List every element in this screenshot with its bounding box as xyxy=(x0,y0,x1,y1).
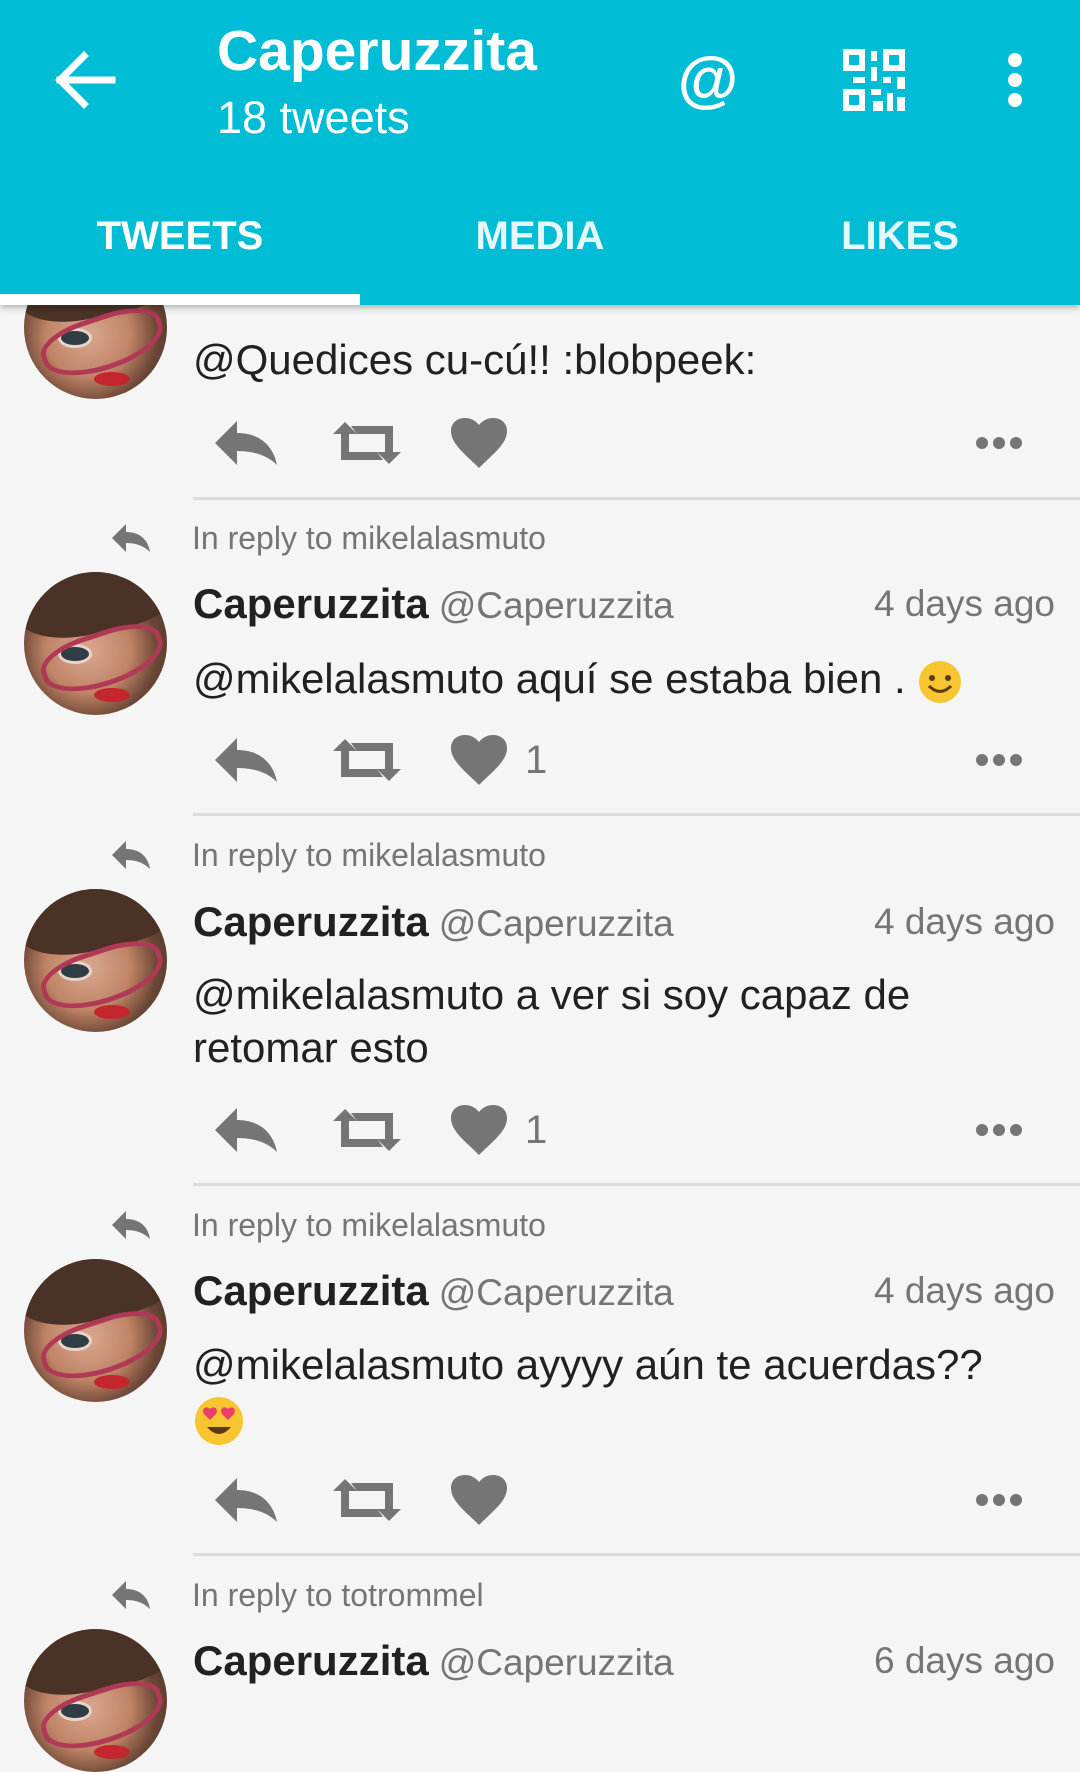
author-handle[interactable]: @Caperuzzita xyxy=(439,903,674,944)
author-handle[interactable]: @Caperuzzita xyxy=(439,1272,674,1313)
at-sign-icon: @ xyxy=(677,45,739,114)
author-name[interactable]: Caperuzzita xyxy=(193,580,429,627)
back-button[interactable] xyxy=(50,48,120,112)
reply-indicator-icon xyxy=(112,524,150,552)
more-options-button[interactable] xyxy=(975,1100,1023,1160)
tweet-text: @mikelalasmuto aquí se estaba bien . xyxy=(193,655,918,702)
tab-tweets[interactable]: TWEETS xyxy=(0,195,360,305)
divider xyxy=(193,1553,1080,1556)
mention-button[interactable]: @ xyxy=(676,40,740,120)
retweet-button[interactable] xyxy=(333,730,401,790)
app-bar: Caperuzzita 18 tweets @ TWEETS MEDIA LIK… xyxy=(0,0,1080,305)
heart-icon xyxy=(451,1475,507,1525)
tweet-text: @Quedices cu-cú!! :blobpeek: xyxy=(193,336,757,383)
tab-likes[interactable]: LIKES xyxy=(720,195,1080,305)
in-reply-to-text: In reply to mikelalasmuto xyxy=(192,1207,546,1243)
more-horiz-icon xyxy=(976,1494,1022,1506)
reply-indicator-icon xyxy=(112,1581,150,1609)
tweet-header: Caperuzzita @Caperuzzita 4 days ago xyxy=(193,578,1055,630)
like-button[interactable] xyxy=(451,1470,525,1530)
avatar[interactable] xyxy=(24,572,167,715)
in-reply-to-text: In reply to mikelalasmuto xyxy=(192,520,546,556)
tweet-actions xyxy=(193,413,1055,473)
author-name[interactable]: Caperuzzita xyxy=(193,898,429,945)
divider xyxy=(193,497,1080,500)
tweet-actions: 1 xyxy=(193,1100,1055,1160)
retweet-button[interactable] xyxy=(333,413,401,473)
like-count: 1 xyxy=(525,1108,548,1152)
retweet-icon xyxy=(333,422,401,464)
tweet-header: Caperuzzita @Caperuzzita 4 days ago xyxy=(193,1265,1055,1317)
author-handle[interactable]: @Caperuzzita xyxy=(439,585,674,626)
profile-title: Caperuzzita xyxy=(217,19,537,83)
reply-button[interactable] xyxy=(213,1470,279,1530)
tab-bar: TWEETS MEDIA LIKES xyxy=(0,195,1080,305)
reply-icon xyxy=(215,1108,277,1152)
more-horiz-icon xyxy=(976,437,1022,449)
tab-media[interactable]: MEDIA xyxy=(360,195,720,305)
in-reply-to-text: In reply to mikelalasmuto xyxy=(192,837,546,873)
tweet-timestamp: 4 days ago xyxy=(873,901,1055,942)
qr-code-icon xyxy=(843,49,905,111)
heart-eyes-face-icon xyxy=(195,1396,243,1445)
tweet-text: @mikelalasmuto ayyyy aún te acuerdas?? xyxy=(193,1341,983,1388)
like-button[interactable]: 1 xyxy=(451,1100,547,1160)
reply-icon xyxy=(215,738,277,782)
author-handle[interactable]: @Caperuzzita xyxy=(439,1642,674,1683)
avatar[interactable] xyxy=(24,1259,167,1402)
more-options-button[interactable] xyxy=(975,413,1023,473)
reply-button[interactable] xyxy=(213,1100,279,1160)
avatar[interactable] xyxy=(24,889,167,1032)
in-reply-to[interactable]: In reply to mikelalasmuto xyxy=(110,833,546,877)
more-horiz-icon xyxy=(976,754,1022,766)
tweet-text: @mikelalasmuto a ver si soy capaz de ret… xyxy=(193,971,911,1071)
tweet-timestamp: 4 days ago xyxy=(873,1270,1055,1311)
author-name[interactable]: Caperuzzita xyxy=(193,1267,429,1314)
more-options-button[interactable] xyxy=(975,730,1023,790)
tweet-timestamp: 4 days ago xyxy=(873,583,1055,624)
smiling-face-icon xyxy=(919,660,962,703)
heart-icon xyxy=(451,418,507,468)
in-reply-to[interactable]: In reply to mikelalasmuto xyxy=(110,1203,546,1247)
heart-icon xyxy=(451,735,507,785)
more-horiz-icon xyxy=(976,1124,1022,1136)
heart-icon xyxy=(451,1105,507,1155)
tweet-actions xyxy=(193,1470,1055,1530)
more-vert-icon xyxy=(1008,53,1022,107)
tweet-text-container: @mikelalasmuto ayyyy aún te acuerdas?? xyxy=(193,1338,1033,1447)
tweet-header: Caperuzzita @Caperuzzita 6 days ago xyxy=(193,1635,1055,1687)
author-name[interactable]: Caperuzzita xyxy=(193,1637,429,1684)
retweet-icon xyxy=(333,1109,401,1151)
like-count: 1 xyxy=(525,738,548,782)
like-button[interactable] xyxy=(451,413,525,473)
qr-code-button[interactable] xyxy=(843,49,905,111)
tweet-header: Caperuzzita @Caperuzzita 4 days ago xyxy=(193,896,1055,948)
retweet-icon xyxy=(333,739,401,781)
reply-icon xyxy=(215,421,277,465)
in-reply-to-text: In reply to totrommel xyxy=(192,1577,484,1613)
retweet-icon xyxy=(333,1479,401,1521)
retweet-button[interactable] xyxy=(333,1470,401,1530)
more-options-button[interactable] xyxy=(975,1470,1023,1530)
tweet-text-container: @mikelalasmuto aquí se estaba bien . xyxy=(193,652,1033,705)
arrow-back-icon xyxy=(55,51,116,109)
in-reply-to[interactable]: In reply to totrommel xyxy=(110,1573,484,1617)
tweet-timestamp: 6 days ago xyxy=(873,1640,1055,1681)
reply-button[interactable] xyxy=(213,413,279,473)
divider xyxy=(193,813,1080,816)
reply-indicator-icon xyxy=(112,1211,150,1239)
avatar[interactable] xyxy=(24,1629,167,1772)
like-button[interactable]: 1 xyxy=(451,730,547,790)
divider xyxy=(193,1183,1080,1186)
tweet-count: 18 tweets xyxy=(217,92,410,143)
overflow-menu-button[interactable] xyxy=(995,52,1035,108)
retweet-button[interactable] xyxy=(333,1100,401,1160)
reply-icon xyxy=(215,1478,277,1522)
title-block: Caperuzzita 18 tweets xyxy=(217,18,537,148)
in-reply-to[interactable]: In reply to mikelalasmuto xyxy=(110,516,546,560)
tweet-actions: 1 xyxy=(193,730,1055,790)
reply-indicator-icon xyxy=(112,841,150,869)
reply-button[interactable] xyxy=(213,730,279,790)
